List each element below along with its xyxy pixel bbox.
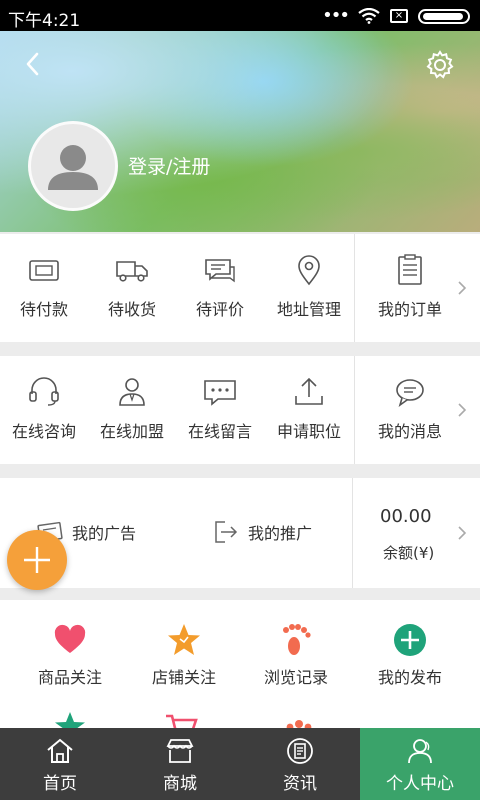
my-ads-label: 我的广告 xyxy=(72,524,137,543)
status-bar: 下午4:21 ••• × xyxy=(0,0,480,31)
apply-position-item[interactable]: 申请职位 xyxy=(264,356,354,464)
my-promotion-item[interactable]: 我的推广 xyxy=(212,518,312,546)
order-list-icon xyxy=(398,254,422,285)
my-messages-item[interactable]: 我的消息 xyxy=(355,356,465,464)
my-promotion-label: 我的推广 xyxy=(248,524,313,543)
wifi-icon xyxy=(358,8,380,24)
person-icon xyxy=(119,378,145,406)
divider xyxy=(352,478,353,588)
chat-icon xyxy=(396,379,424,407)
home-icon xyxy=(47,738,73,763)
login-register-link[interactable]: 登录/注册 xyxy=(128,152,210,179)
back-icon[interactable] xyxy=(18,49,48,79)
pending-review-item[interactable]: 待评价 xyxy=(176,234,264,342)
favorites-panel: 商品关注 店铺关注 浏览记录 我的发布 xyxy=(0,600,480,732)
battery-icon xyxy=(418,8,470,24)
heart-icon xyxy=(54,624,86,653)
export-icon xyxy=(215,521,238,543)
plus-circle-icon xyxy=(394,624,426,656)
browse-history-item[interactable]: 浏览记录 xyxy=(236,600,356,728)
product-follow-item[interactable]: 商品关注 xyxy=(10,600,130,728)
user-icon xyxy=(408,739,432,764)
footprint-icon xyxy=(283,624,311,655)
default-user-icon xyxy=(48,145,98,190)
wallet-icon xyxy=(29,260,59,281)
service-panel: 在线咨询 在线加盟 在线留言 申请职位 我的消息 xyxy=(0,356,480,464)
status-time: 下午4:21 xyxy=(8,11,81,31)
news-icon xyxy=(287,738,313,764)
message-bubble-icon xyxy=(204,380,236,406)
avatar[interactable] xyxy=(28,121,118,211)
no-sim-icon: × xyxy=(390,9,408,23)
online-message-item[interactable]: 在线留言 xyxy=(176,356,264,464)
tab-home[interactable]: 首页 xyxy=(0,728,120,800)
tab-personal-center[interactable]: 个人中心 xyxy=(360,728,480,800)
truck-icon xyxy=(116,261,148,282)
address-management-item[interactable]: 地址管理 xyxy=(264,234,354,342)
bottom-tab-bar: 首页 商城 资讯 个人中心 xyxy=(0,728,480,800)
store-follow-item[interactable]: 店铺关注 xyxy=(124,600,244,728)
online-consult-item[interactable]: 在线咨询 xyxy=(0,356,88,464)
settings-gear-icon[interactable] xyxy=(424,49,456,81)
my-orders-item[interactable]: 我的订单 xyxy=(355,234,465,342)
pending-receipt-item[interactable]: 待收货 xyxy=(88,234,176,342)
location-pin-icon xyxy=(298,255,320,286)
chevron-right-icon[interactable] xyxy=(454,280,470,296)
chevron-right-icon[interactable] xyxy=(454,402,470,418)
profile-header: 登录/注册 xyxy=(0,31,480,232)
balance-amount: 00.00 xyxy=(380,506,432,527)
floating-add-button[interactable] xyxy=(7,530,67,590)
more-dots-icon: ••• xyxy=(322,5,350,26)
plus-icon xyxy=(24,547,50,573)
promo-panel: 我的广告 我的推广 00.00 余额(¥) xyxy=(0,478,480,588)
my-posts-item[interactable]: 我的发布 xyxy=(350,600,470,728)
chevron-right-icon[interactable] xyxy=(454,525,470,541)
upload-icon xyxy=(295,377,323,405)
headset-icon xyxy=(29,377,59,406)
tab-news[interactable]: 资讯 xyxy=(240,728,360,800)
comment-icon xyxy=(205,259,235,283)
balance-label: 余额(¥) xyxy=(383,544,435,562)
star-icon xyxy=(168,624,200,655)
pending-payment-item[interactable]: 待付款 xyxy=(0,234,88,342)
store-icon xyxy=(166,739,194,763)
status-icons: ••• × xyxy=(322,5,470,26)
order-status-panel: 待付款 待收货 待评价 地址管理 我的订单 xyxy=(0,234,480,342)
tab-store[interactable]: 商城 xyxy=(120,728,240,800)
online-join-item[interactable]: 在线加盟 xyxy=(88,356,176,464)
